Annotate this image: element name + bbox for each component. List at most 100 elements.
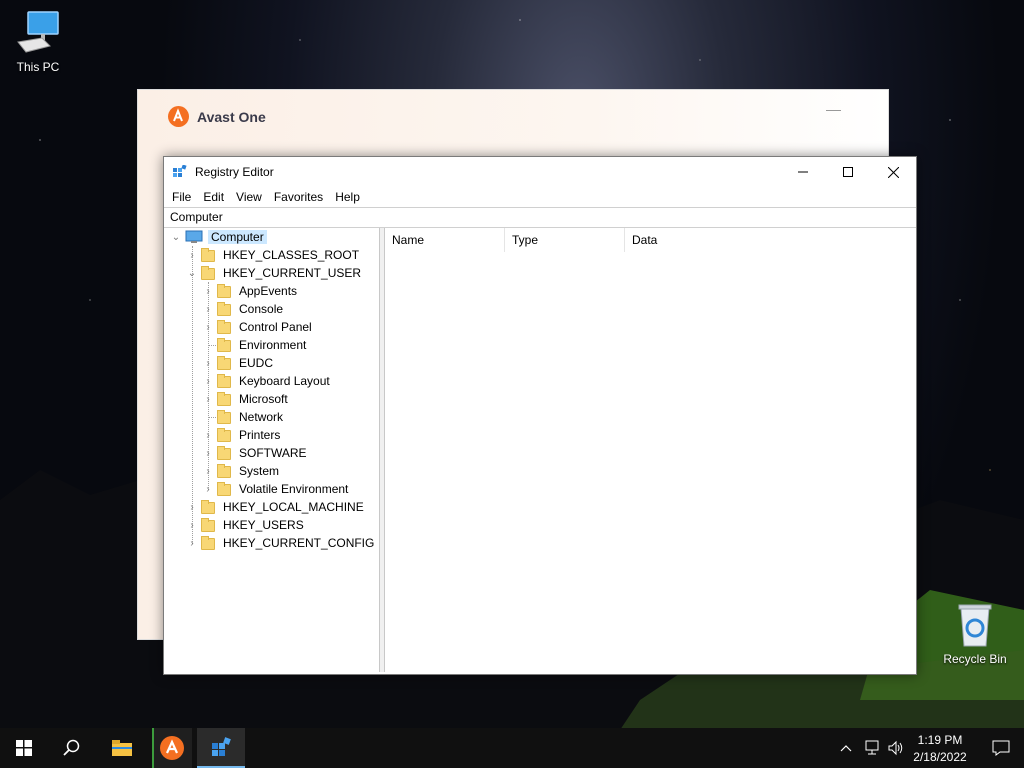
tree-label: Console [239,302,284,316]
network-button[interactable] [860,728,884,768]
folder-icon [217,374,231,388]
tree-node-computer[interactable]: ⌄ Computer [170,228,267,246]
values-list-header: Name Type Data [385,228,915,252]
tree-label: HKEY_CLASSES_ROOT [223,248,360,262]
tree-label: AppEvents [239,284,298,298]
notification-icon [992,740,1010,756]
menu-view[interactable]: View [230,187,268,207]
start-button[interactable] [0,728,48,768]
registry-editor-taskbar-button[interactable] [197,728,245,768]
menu-help[interactable]: Help [329,187,366,207]
chevron-right-icon[interactable]: › [202,318,214,336]
folder-icon [217,302,231,316]
avast-logo-icon [168,106,189,127]
clock-button[interactable]: 1:19 PM 2/18/2022 [910,728,970,768]
tree-node-console[interactable]: › Console [202,300,286,318]
tree-label: Microsoft [239,392,288,406]
close-icon [887,166,899,178]
folder-icon [217,356,231,370]
folder-icon [201,266,215,280]
tree-node-appevents[interactable]: › AppEvents [202,282,300,300]
chevron-right-icon[interactable]: › [202,372,214,390]
tree-node-hkey-current-config[interactable]: › HKEY_CURRENT_CONFIG [186,534,377,552]
avast-taskbar-button[interactable] [152,728,192,768]
show-hidden-icons-button[interactable] [836,728,856,768]
tree-node-network[interactable]: Network [202,408,286,426]
tree-node-keyboard-layout[interactable]: › Keyboard Layout [202,372,333,390]
speaker-icon [888,740,903,756]
menu-edit[interactable]: Edit [197,187,230,207]
clock-date: 2/18/2022 [913,749,967,764]
registry-editor-icon [173,164,187,179]
tree-label: Control Panel [239,320,312,334]
this-pc-label: This PC [16,60,60,74]
window-title: Registry Editor [195,165,274,179]
chevron-right-icon[interactable]: › [202,480,214,498]
tree-node-printers[interactable]: › Printers [202,426,283,444]
tree-node-microsoft[interactable]: › Microsoft [202,390,291,408]
chevron-right-icon[interactable]: › [202,444,214,462]
minimize-button[interactable] [780,157,826,187]
volume-button[interactable] [884,728,908,768]
avast-minimize-button[interactable] [826,110,841,111]
file-explorer-taskbar-button[interactable] [98,728,146,768]
action-center-button[interactable] [978,728,1024,768]
avast-title-area: Avast One [168,106,266,127]
address-bar[interactable]: Computer [164,207,916,228]
chevron-right-icon[interactable]: › [186,498,198,516]
registry-editor-window[interactable]: Registry Editor File Edit View Favorites… [163,156,917,675]
folder-icon [201,536,215,550]
registry-tree[interactable]: ⌄ Computer › HKEY_CLASSES_ROOT ⌄ HKEY_CU… [164,228,380,672]
minimize-icon [798,171,808,173]
chevron-down-icon[interactable]: ⌄ [170,228,182,246]
chevron-up-icon [840,745,852,752]
folder-icon [217,464,231,478]
tree-label: Network [239,410,284,424]
tree-node-environment[interactable]: Environment [202,336,309,354]
tree-node-volatile-environment[interactable]: › Volatile Environment [202,480,351,498]
computer-icon [14,10,62,56]
registry-editor-titlebar[interactable]: Registry Editor [164,157,916,187]
chevron-right-icon[interactable]: › [186,534,198,552]
tree-label: Keyboard Layout [239,374,330,388]
chevron-right-icon[interactable]: › [186,516,198,534]
tree-node-control-panel[interactable]: › Control Panel [202,318,315,336]
chevron-right-icon[interactable]: › [186,246,198,264]
computer-node-icon [185,230,203,244]
folder-icon [217,446,231,460]
chevron-right-icon[interactable]: › [202,300,214,318]
search-button[interactable] [48,728,96,768]
chevron-right-icon[interactable]: › [202,462,214,480]
column-header-type[interactable]: Type [505,228,625,252]
tree-node-hkey-current-user[interactable]: ⌄ HKEY_CURRENT_USER [186,264,364,282]
menu-favorites[interactable]: Favorites [268,187,329,207]
column-header-name[interactable]: Name [385,228,505,252]
recycle-bin-desktop-icon[interactable]: Recycle Bin [937,602,1013,666]
tree-node-hkey-classes-root[interactable]: › HKEY_CLASSES_ROOT [186,246,362,264]
values-list[interactable]: Name Type Data [384,228,915,672]
tree-node-hkey-users[interactable]: › HKEY_USERS [186,516,307,534]
tree-node-eudc[interactable]: › EUDC [202,354,276,372]
tree-label: System [239,464,280,478]
tree-label: HKEY_CURRENT_CONFIG [223,536,375,550]
chevron-right-icon[interactable]: › [202,354,214,372]
chevron-right-icon[interactable]: › [202,426,214,444]
chevron-right-icon[interactable]: › [202,282,214,300]
menu-file[interactable]: File [164,187,197,207]
search-icon [63,739,80,756]
taskbar: 1:19 PM 2/18/2022 [0,728,1024,768]
tree-node-software[interactable]: › SOFTWARE [202,444,310,462]
chevron-down-icon[interactable]: ⌄ [186,264,198,282]
chevron-right-icon[interactable]: › [202,390,214,408]
tree-label: HKEY_CURRENT_USER [223,266,362,280]
column-header-data[interactable]: Data [625,228,915,252]
tree-node-system[interactable]: › System [202,462,282,480]
folder-icon [217,482,231,496]
maximize-button[interactable] [825,157,871,187]
avast-taskbar-indicator [152,728,154,768]
tree-node-hkey-local-machine[interactable]: › HKEY_LOCAL_MACHINE [186,498,367,516]
tree-label: EUDC [239,356,274,370]
close-button[interactable] [870,157,916,187]
this-pc-desktop-icon[interactable]: This PC [0,10,76,74]
editor-panes: ⌄ Computer › HKEY_CLASSES_ROOT ⌄ HKEY_CU… [164,228,916,674]
